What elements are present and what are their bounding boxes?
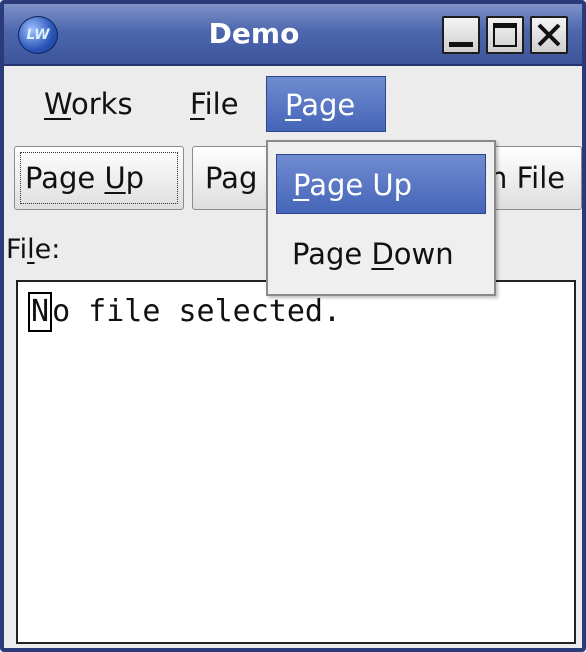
menu-item-page-down[interactable]: Page Down: [276, 224, 486, 284]
window-title: Demo: [208, 17, 300, 50]
menu-bar: Works File Page: [4, 66, 582, 140]
text-content: o file selected.: [52, 294, 342, 329]
focus-ring: [20, 152, 178, 204]
menu-page[interactable]: Page: [266, 76, 386, 132]
title-bar[interactable]: LW Demo: [4, 4, 582, 66]
menu-file[interactable]: File: [184, 76, 245, 132]
page-up-button[interactable]: Page Up: [14, 146, 184, 210]
app-logo-icon[interactable]: LW: [18, 16, 58, 54]
page-dropdown-menu: Page Up Page Down: [266, 140, 496, 296]
app-window: LW Demo Works File Page Page Up Pag n Fi…: [0, 0, 586, 652]
menu-item-page-up[interactable]: Page Up: [276, 154, 486, 214]
maximize-button[interactable]: [486, 16, 524, 54]
close-button[interactable]: [530, 16, 568, 54]
minimize-button[interactable]: [442, 16, 480, 54]
file-text-area[interactable]: No file selected.: [16, 280, 576, 644]
text-caret: N: [28, 292, 53, 332]
close-icon: [537, 23, 561, 47]
menu-works[interactable]: Works: [38, 76, 139, 132]
